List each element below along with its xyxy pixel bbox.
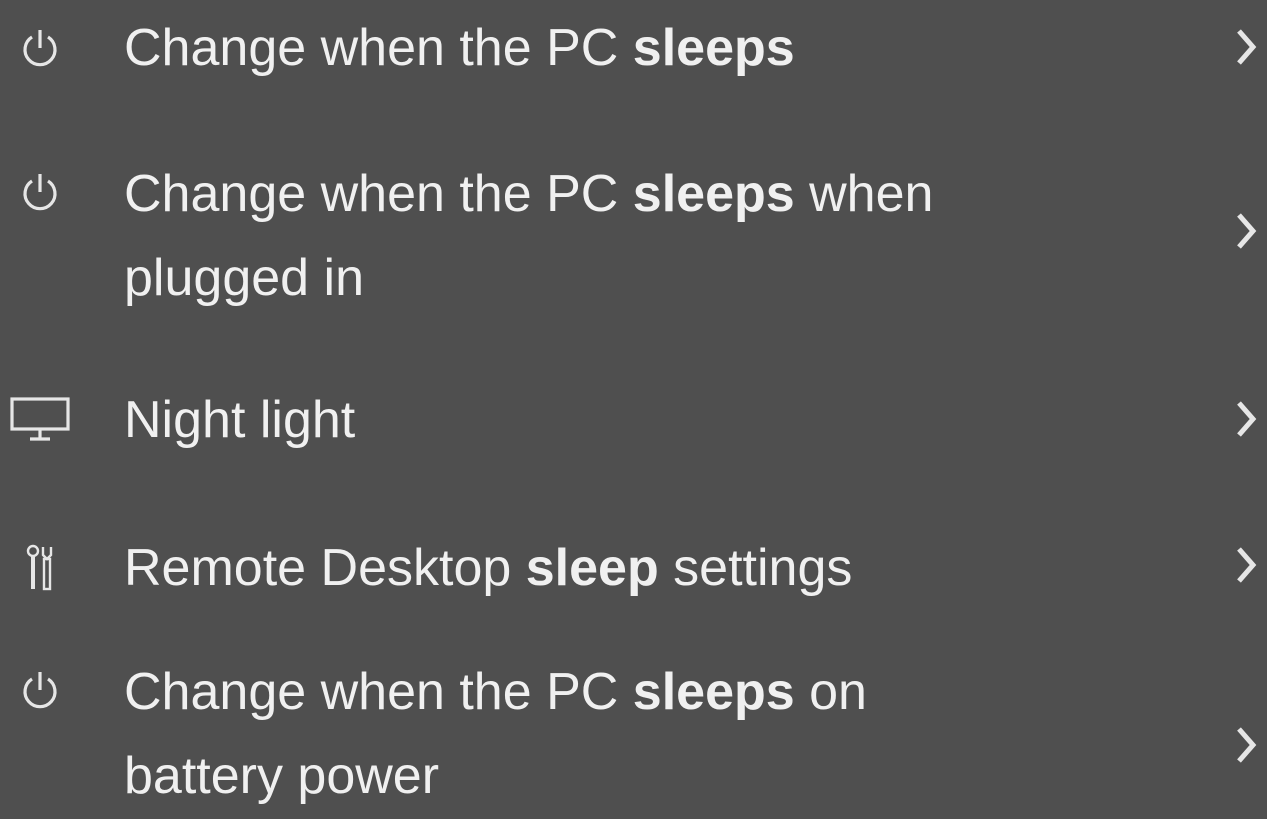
result-item-change-sleep-plugged-in[interactable]: Change when the PC sleeps when plugged i…: [0, 148, 1267, 318]
result-label: Change when the PC sleeps: [124, 19, 795, 77]
settings-search-results: Change when the PC sleeps Change when th…: [0, 0, 1267, 819]
chevron-right-icon: [1226, 22, 1266, 72]
power-icon: [8, 660, 72, 724]
remote-settings-icon: [8, 536, 72, 600]
power-icon: [8, 18, 72, 82]
chevron-right-icon: [1226, 540, 1266, 590]
result-label: Change when the PC sleeps when plugged i…: [124, 165, 934, 307]
power-icon: [8, 162, 72, 226]
result-label: Change when the PC sleeps on battery pow…: [124, 663, 867, 805]
chevron-right-icon: [1226, 206, 1266, 256]
result-item-change-sleep[interactable]: Change when the PC sleeps: [0, 0, 1267, 100]
result-item-remote-desktop-sleep[interactable]: Remote Desktop sleep settings: [0, 520, 1267, 620]
result-label: Remote Desktop sleep settings: [124, 539, 853, 597]
result-label: Night light: [124, 391, 356, 449]
monitor-icon: [8, 386, 72, 450]
result-item-night-light[interactable]: Night light: [0, 370, 1267, 470]
chevron-right-icon: [1226, 720, 1266, 770]
result-item-change-sleep-battery[interactable]: Change when the PC sleeps on battery pow…: [0, 640, 1267, 819]
chevron-right-icon: [1226, 394, 1266, 444]
